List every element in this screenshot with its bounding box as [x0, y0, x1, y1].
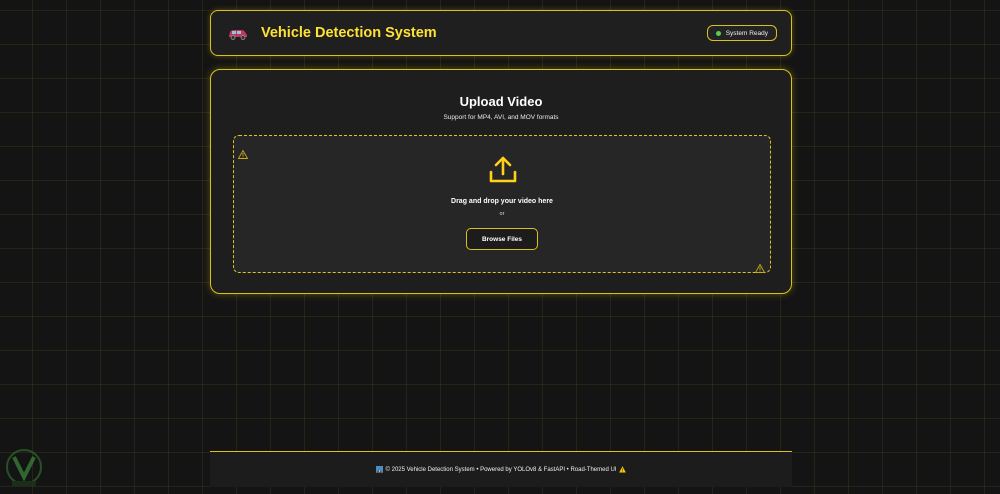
car-icon: [227, 26, 249, 40]
app-footer: © 2025 Vehicle Detection System • Powere…: [210, 451, 792, 487]
video-dropzone[interactable]: Drag and drop your video here or Browse …: [233, 135, 771, 273]
road-icon: [375, 466, 383, 473]
drop-instruction: Drag and drop your video here: [451, 198, 553, 205]
app-title: Vehicle Detection System: [261, 25, 437, 41]
upload-subtitle: Support for MP4, AVI, and MOV formats: [443, 114, 559, 121]
upload-title: Upload Video: [459, 94, 543, 109]
status-badge: System Ready: [706, 25, 777, 41]
status-text: System Ready: [725, 29, 768, 37]
warning-icon: [754, 258, 766, 273]
browse-files-button[interactable]: Browse Files: [466, 228, 538, 250]
upload-card: Upload Video Support for MP4, AVI, and M…: [210, 69, 792, 294]
upload-icon: [488, 156, 518, 184]
app-header: Vehicle Detection System System Ready: [210, 10, 792, 56]
footer-text: © 2025 Vehicle Detection System • Powere…: [385, 466, 617, 473]
warning-icon: [619, 466, 627, 473]
watermark-logo-icon: [4, 447, 44, 489]
status-dot-icon: [715, 30, 721, 36]
warning-icon: [237, 144, 249, 159]
or-separator: or: [499, 211, 505, 217]
